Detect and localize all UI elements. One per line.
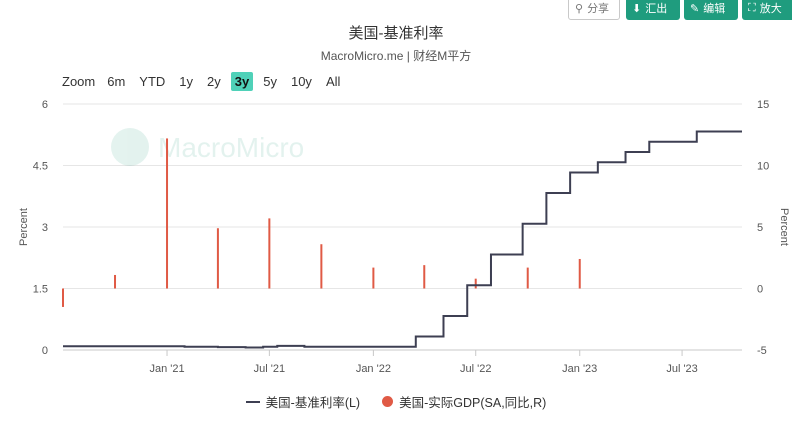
edit-button[interactable]: ✎ 编辑: [684, 0, 738, 20]
fullscreen-button[interactable]: ⛶ 放大: [742, 0, 792, 20]
x-axis-tick-label: Jan '23: [562, 363, 597, 375]
right-axis-tick-label: 5: [757, 222, 763, 234]
zoom-3y-button[interactable]: 3y: [230, 72, 254, 91]
gdp-bar: [268, 218, 271, 289]
legend-label-gdp: 美国-实际GDP(SA,同比,R): [399, 396, 547, 410]
gdp-bar: [578, 258, 581, 289]
zoom-all-button[interactable]: All: [322, 72, 344, 91]
legend-dot-swatch: [382, 396, 394, 407]
chart-legend: 美国-基准利率(L) 美国-实际GDP(SA,同比,R): [0, 392, 792, 411]
gdp-bar: [320, 244, 323, 289]
zoom-2y-button[interactable]: 2y: [203, 72, 225, 91]
export-button[interactable]: ⬇ 汇出: [626, 0, 680, 20]
zoom-1y-button[interactable]: 1y: [175, 72, 197, 91]
gdp-bar: [62, 288, 64, 307]
x-axis-tick-label: Jul '21: [254, 363, 285, 375]
chart-plot: 0 1.5 3 4.5 6 -5 0 5 10 15 Percent Percent Jan '21 Ju…: [18, 99, 790, 375]
watermark-text: MacroMicro: [158, 132, 304, 163]
left-axis-title: Percent: [18, 208, 30, 246]
gdp-bar: [114, 274, 117, 289]
right-axis-tick-label: 0: [757, 284, 763, 296]
left-axis-tick-label: 0: [42, 345, 48, 357]
zoom-10y-button[interactable]: 10y: [287, 72, 316, 91]
chart-title: 美国-基准利率: [348, 25, 444, 42]
gdp-bar: [423, 265, 426, 289]
x-axis-tick-label: Jul '23: [666, 363, 697, 375]
x-axis-tick-label: Jul '22: [460, 363, 491, 375]
share-icon: ⚲: [575, 2, 584, 15]
gdp-bar: [166, 138, 169, 289]
expand-icon: ⛶: [748, 1, 756, 14]
right-axis-tick-label: 10: [757, 161, 769, 173]
rate-line: [63, 130, 742, 349]
left-axis-tick-label: 3: [42, 222, 48, 234]
left-axis-tick-label: 6: [42, 99, 48, 111]
legend-item-gdp[interactable]: 美国-实际GDP(SA,同比,R): [382, 392, 546, 411]
zoom-selector: Zoom 6m YTD 1y 2y 3y 5y 10y All: [62, 72, 350, 91]
pencil-icon: ✎: [690, 2, 700, 15]
left-axis-tick-label: 1.5: [33, 284, 48, 296]
zoom-5y-button[interactable]: 5y: [259, 72, 281, 91]
right-axis-tick-label: -5: [757, 345, 767, 357]
x-axis-tick-label: Jan '22: [356, 363, 391, 375]
watermark: MacroMicro: [111, 128, 304, 166]
watermark-logo-icon: [111, 128, 149, 166]
left-axis-tick-label: 4.5: [33, 161, 48, 173]
right-axis-title: Percent: [778, 208, 790, 246]
x-axis-tick-label: Jan '21: [149, 363, 184, 375]
chart-subtitle: MacroMicro.me | 财经M平方: [320, 49, 472, 63]
legend-item-rate[interactable]: 美国-基准利率(L): [245, 392, 361, 411]
legend-line-swatch: [245, 400, 260, 403]
right-axis-tick-label: 15: [757, 99, 769, 111]
share-button[interactable]: ⚲ 分享: [568, 0, 620, 20]
zoom-6m-button[interactable]: 6m: [103, 72, 129, 91]
zoom-label: Zoom: [62, 74, 96, 89]
gdp-bar: [474, 278, 477, 289]
zoom-ytd-button[interactable]: YTD: [135, 72, 169, 91]
download-icon: ⬇: [632, 2, 642, 15]
legend-label-rate: 美国-基准利率(L): [265, 396, 361, 410]
gdp-bar: [216, 228, 219, 289]
gdp-bar: [526, 267, 529, 289]
gdp-bar: [372, 267, 375, 289]
